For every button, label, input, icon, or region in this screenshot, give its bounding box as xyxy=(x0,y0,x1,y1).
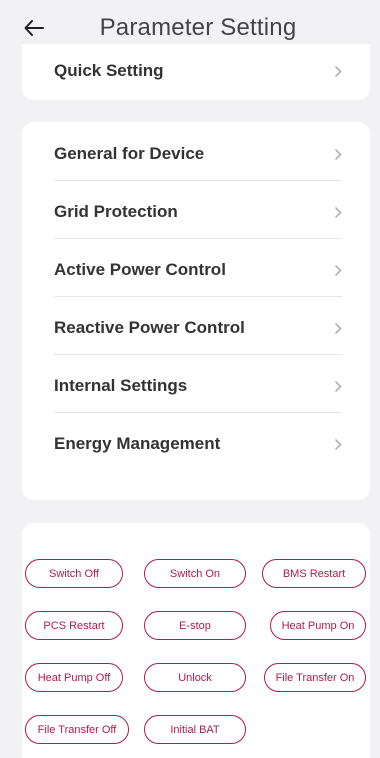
menu-item-quick-setting[interactable]: Quick Setting xyxy=(54,42,344,100)
divider xyxy=(54,354,342,355)
heat-pump-off-button[interactable]: Heat Pump Off xyxy=(25,663,123,692)
e-stop-button[interactable]: E-stop xyxy=(144,611,246,640)
menu-item-label: Grid Protection xyxy=(54,202,178,221)
heat-pump-on-button[interactable]: Heat Pump On xyxy=(270,611,366,640)
device-actions-card: Switch Off Switch On BMS Restart PCS Res… xyxy=(22,523,370,758)
switch-on-button[interactable]: Switch On xyxy=(144,559,246,588)
menu-item-label: Active Power Control xyxy=(54,260,226,279)
chevron-right-icon xyxy=(334,64,344,78)
divider xyxy=(54,412,342,413)
initial-bat-button[interactable]: Initial BAT xyxy=(144,715,246,744)
page-title: Parameter Setting xyxy=(99,14,297,41)
chevron-right-icon xyxy=(334,321,344,335)
menu-item-reactive-power-control[interactable]: Reactive Power Control xyxy=(54,299,344,357)
file-transfer-on-button[interactable]: File Transfer On xyxy=(264,663,366,692)
divider xyxy=(54,238,342,239)
settings-menu-card: General for Device Grid Protection Activ… xyxy=(22,122,370,500)
menu-item-label: Energy Management xyxy=(54,434,221,453)
menu-item-label: Reactive Power Control xyxy=(54,318,245,337)
chevron-right-icon xyxy=(334,437,344,451)
menu-item-active-power-control[interactable]: Active Power Control xyxy=(54,241,344,299)
bms-restart-button[interactable]: BMS Restart xyxy=(262,559,366,588)
chevron-right-icon xyxy=(334,379,344,393)
switch-off-button[interactable]: Switch Off xyxy=(25,559,123,588)
menu-item-label: General for Device xyxy=(54,144,205,163)
menu-item-general-for-device[interactable]: General for Device xyxy=(54,125,344,183)
chevron-right-icon xyxy=(334,263,344,277)
divider xyxy=(54,180,342,181)
quick-setting-card: Quick Setting xyxy=(22,44,370,100)
menu-item-energy-management[interactable]: Energy Management xyxy=(54,415,344,473)
pcs-restart-button[interactable]: PCS Restart xyxy=(25,611,123,640)
menu-item-grid-protection[interactable]: Grid Protection xyxy=(54,183,344,241)
menu-item-internal-settings[interactable]: Internal Settings xyxy=(54,357,344,415)
chevron-right-icon xyxy=(334,205,344,219)
menu-item-label: Internal Settings xyxy=(54,376,188,395)
file-transfer-off-button[interactable]: File Transfer Off xyxy=(25,715,129,744)
divider xyxy=(54,296,342,297)
menu-item-label: Quick Setting xyxy=(54,61,164,80)
unlock-button[interactable]: Unlock xyxy=(144,663,246,692)
chevron-right-icon xyxy=(334,147,344,161)
